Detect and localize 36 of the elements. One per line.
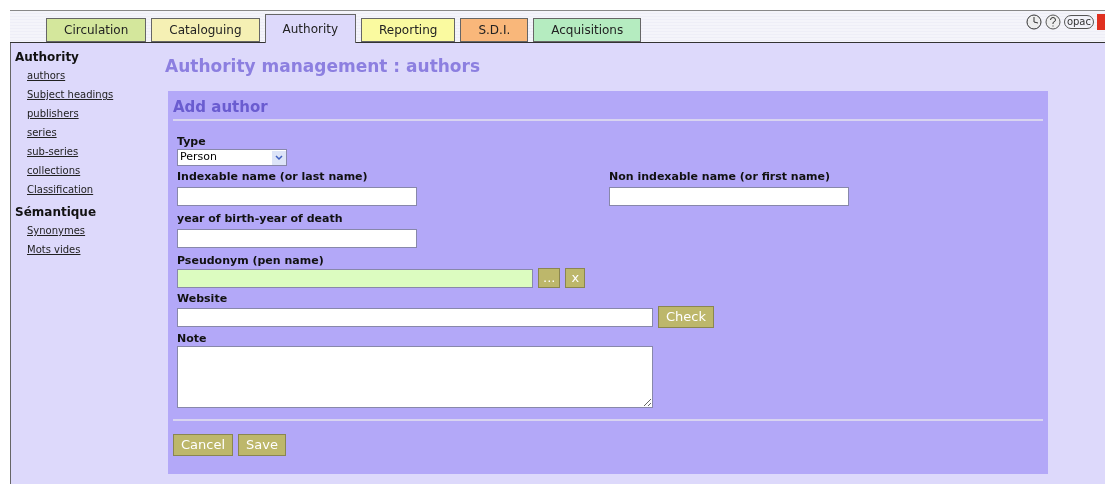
sidebar-link[interactable]: Mots vides xyxy=(15,240,161,259)
sidebar-link[interactable]: publishers xyxy=(15,104,161,123)
sidebar-link[interactable]: Subject headings xyxy=(15,85,161,104)
nav-tab[interactable]: Authority xyxy=(264,14,357,43)
field-label: year of birth-year of death xyxy=(177,211,344,226)
sidebar-link[interactable]: sub-series xyxy=(15,142,161,161)
sidebar-link[interactable]: collections xyxy=(15,161,161,180)
field-label: Non indexable name (or first name) xyxy=(609,169,832,184)
field-label: Note xyxy=(177,331,208,346)
sidebar-link[interactable]: series xyxy=(15,123,161,142)
field-label: Pseudonym (pen name) xyxy=(177,253,325,268)
input-field[interactable] xyxy=(177,228,417,248)
nav-tab[interactable]: S.D.I. xyxy=(460,18,529,42)
nav-tab[interactable]: Cataloguing xyxy=(151,18,260,42)
nav-tab[interactable]: Acquisitions xyxy=(533,18,642,42)
sidebar-heading: Sémantique xyxy=(15,204,98,221)
type-select[interactable]: Person xyxy=(177,149,287,166)
dropdown-icon xyxy=(272,150,286,165)
input-field[interactable] xyxy=(609,186,849,206)
input-field[interactable] xyxy=(177,268,533,288)
field-label: Type xyxy=(177,134,207,149)
nav-tab[interactable]: Circulation xyxy=(46,18,147,42)
field-label: Website xyxy=(177,291,229,306)
nav-tab[interactable]: Reporting xyxy=(361,18,456,42)
sidebar-link[interactable]: authors xyxy=(15,66,161,85)
sidebar-link[interactable]: Synonymes xyxy=(15,221,161,240)
form-title: Add author xyxy=(173,95,1043,121)
clock-icon[interactable] xyxy=(1025,14,1042,30)
help-icon[interactable] xyxy=(1044,14,1061,30)
note-textarea[interactable] xyxy=(177,346,653,408)
sidebar-heading: Authority xyxy=(15,49,80,66)
input-field[interactable] xyxy=(177,186,417,206)
field-label: Indexable name (or last name) xyxy=(177,169,369,184)
page-title: Authority management : authors xyxy=(165,55,482,78)
input-field[interactable] xyxy=(177,307,653,327)
sidebar-link[interactable]: Classification xyxy=(15,180,161,199)
